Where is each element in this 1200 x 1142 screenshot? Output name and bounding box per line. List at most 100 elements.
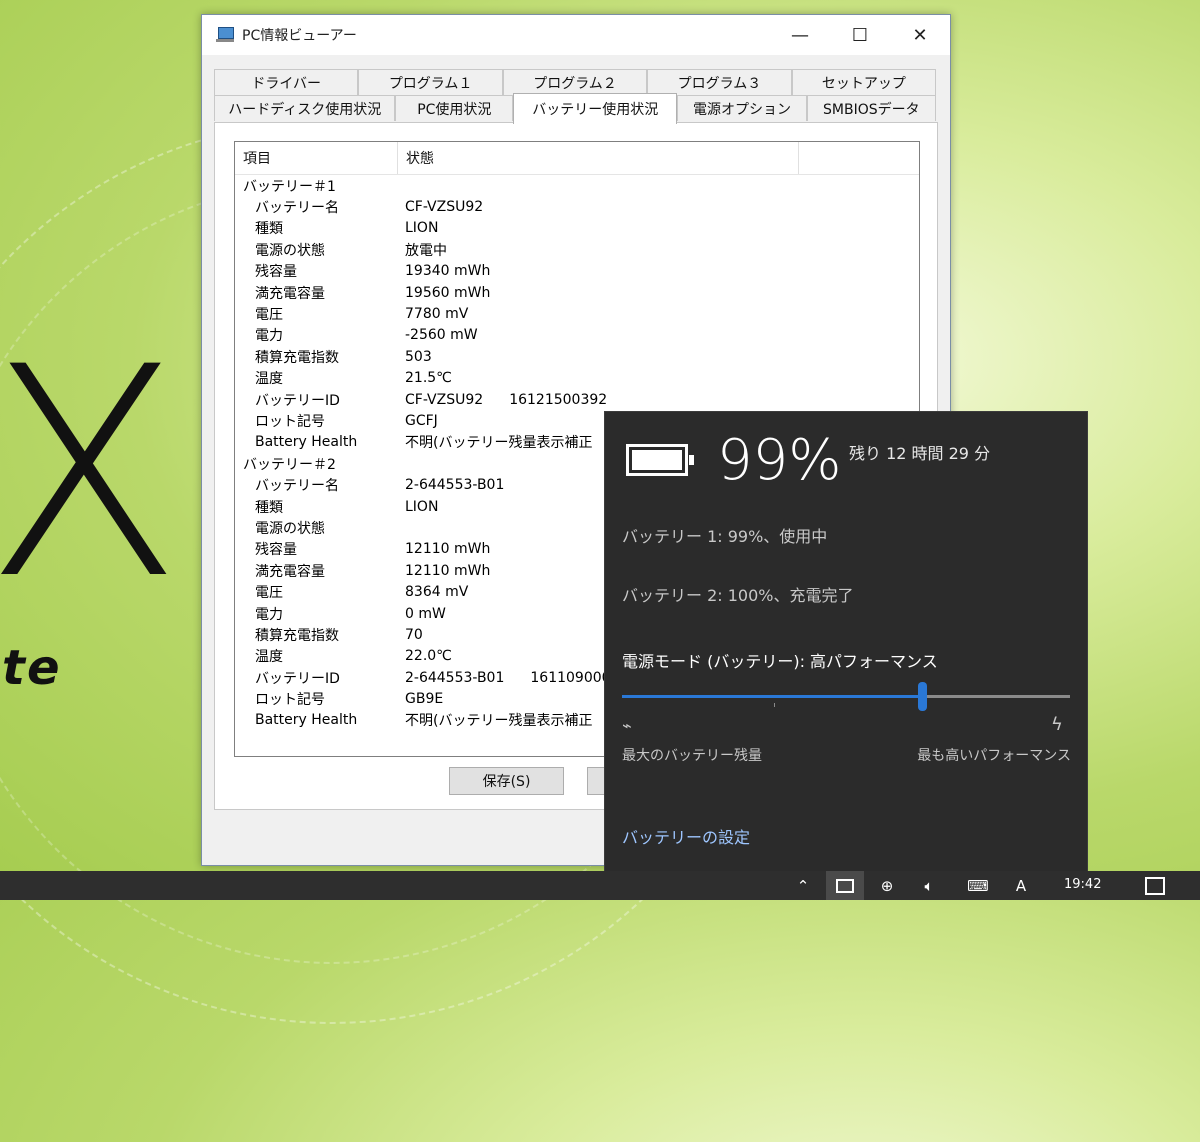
tab-drivers[interactable]: ドライバー [214,69,359,95]
list-item-value: 8364 mV [397,584,468,600]
tab-power-options[interactable]: 電源オプション [677,95,807,121]
list-item-label: 種類 [255,499,283,516]
list-item-value-text: 70 [405,626,423,643]
list-item-value: GCFJ [397,413,438,429]
list-item-label: ロット記号 [255,692,325,709]
list-item[interactable]: 満充電容量 19560 mWh [235,282,919,303]
tab-pc-usage[interactable]: PC使用状況 [395,95,514,121]
list-item-value-text: 0 mW [405,605,446,622]
brand-logo-x: X [0,306,183,643]
list-item-value-text: 放電中 [405,242,447,259]
list-item-value: 70 [397,627,423,643]
list-item-label: 電源の状態 [255,520,325,537]
list-item-label: 電力 [255,328,283,345]
list-item[interactable]: バッテリーID CF-VZSU92 16121500392 [235,389,919,410]
list-item-value: 不明(バッテリー残量表示補正 [397,710,592,730]
ime-indicator[interactable]: A [1008,871,1034,900]
list-item-value-text: 19340 mWh [405,263,491,280]
title-bar[interactable]: PC情報ビューアー — ☐ ✕ [202,15,950,55]
list-item-label: バッテリー名 [255,200,339,217]
list-item-label: 残容量 [255,264,297,281]
performance-lightning-icon: ϟ [1051,714,1063,735]
slider-thumb[interactable] [918,682,928,711]
list-item-label: 電力 [255,606,283,623]
list-item-value-text: 12110 mWh [405,541,491,558]
tab-program-1[interactable]: プログラム１ [358,69,503,95]
list-item-value: -2560 mW [397,327,478,343]
list-item-value-text: 不明(バッテリー残量表示補正 [405,713,593,730]
maximize-button[interactable]: ☐ [830,15,890,55]
slider-right-label: 最も高いパフォーマンス [917,748,1071,764]
tab-row-1: ドライバー プログラム１ プログラム２ プログラム３ セットアップ [214,69,937,95]
tab-program-2[interactable]: プログラム２ [502,69,648,95]
list-item[interactable]: 電力 -2560 mW [235,325,919,346]
list-header: 項目 状態 [235,142,919,175]
list-item[interactable]: 温度 21.5℃ [235,368,919,389]
column-header-status[interactable]: 状態 [398,142,799,174]
list-item-value-text: CF-VZSU92 [405,391,484,408]
list-item-value-text: GB9E [405,691,444,708]
list-item[interactable]: 電圧 7780 mV [235,303,919,324]
list-item-label: 満充電容量 [255,285,325,302]
list-item-value: LION [397,499,438,515]
list-item-label: バッテリー名 [255,478,339,495]
tab-hdd-usage[interactable]: ハードディスク使用状況 [214,95,396,121]
list-item-label: 電圧 [255,307,283,324]
slider-tick [774,703,775,707]
list-item[interactable]: 電源の状態 放電中 [235,239,919,260]
battery-1-status: バッテリー 1: 99%、使用中 [622,527,828,546]
power-mode-label: 電源モード (バッテリー): 高パフォーマンス [622,652,938,671]
column-header-item[interactable]: 項目 [235,142,398,174]
list-item-value-text: 7780 mV [405,306,469,323]
power-mode-slider[interactable] [622,682,1070,711]
tab-battery-usage[interactable]: バッテリー使用状況 [513,93,678,124]
list-item-value-text: 19560 mWh [405,284,491,301]
list-item-value: 22.0℃ [397,648,452,664]
list-item[interactable]: バッテリー名 CF-VZSU92 [235,196,919,217]
list-item[interactable]: 残容量 19340 mWh [235,261,919,282]
tab-program-3[interactable]: プログラム３ [647,69,792,95]
list-item-value-text: LION [405,220,439,237]
tab-setup[interactable]: セットアップ [791,69,937,95]
list-item-value-text: 22.0℃ [405,648,452,665]
network-icon[interactable]: ⊕ [872,871,902,900]
clock-time[interactable]: 19:42 [1064,877,1101,892]
tab-row-2: ハードディスク使用状況 PC使用状況 バッテリー使用状況 電源オプション SMB… [214,93,936,124]
list-item[interactable]: 積算充電指数 503 [235,346,919,367]
list-item-value-text: 不明(バッテリー残量表示補正 [405,435,593,452]
battery-saver-leaf-icon: ⌁ [622,716,632,735]
list-item-label: 残容量 [255,542,297,559]
keyboard-icon[interactable]: ⌨ [958,871,998,900]
list-item-value: 21.5℃ [397,370,452,386]
list-item-serial: 16121500392 [509,391,608,408]
list-item-value: 0 mW [397,606,446,622]
tab-smbios-data[interactable]: SMBIOSデータ [806,95,936,121]
list-item-value: CF-VZSU92 [397,199,483,215]
column-header-empty[interactable] [799,142,919,174]
list-item-value: 19560 mWh [397,285,490,301]
list-item-label: バッテリーID [255,392,340,409]
list-item-label: Battery Health [255,712,358,729]
list-item-label: 温度 [255,649,283,666]
list-item-value: 503 [397,349,432,365]
list-item-label: Battery Health [255,434,358,451]
taskbar: ⌃ ⊕ 🔈︎ ⌨ A 19:42 [0,871,1200,900]
speaker-icon[interactable]: 🔈︎ [914,871,944,900]
save-button[interactable]: 保存(S) [449,767,564,795]
list-item-label: 積算充電指数 [255,627,339,644]
list-item[interactable]: 種類 LION [235,218,919,239]
list-item-value: 19340 mWh [397,263,490,279]
list-item[interactable]: バッテリー＃1 [235,175,919,196]
list-item-value: GB9E [397,691,443,707]
battery-icon[interactable] [826,871,864,900]
battery-percentage: 99% [717,428,842,493]
minimize-button[interactable]: — [770,15,830,55]
battery-settings-link[interactable]: バッテリーの設定 [622,824,750,848]
notification-icon[interactable] [1140,871,1170,900]
list-item-label: バッテリー＃2 [243,456,336,473]
chevron-up-icon[interactable]: ⌃ [790,871,816,900]
close-button[interactable]: ✕ [890,15,950,55]
list-item-label: 積算充電指数 [255,349,339,366]
list-item-value-text: CF-VZSU92 [405,199,484,216]
list-item-value-text: GCFJ [405,412,438,429]
